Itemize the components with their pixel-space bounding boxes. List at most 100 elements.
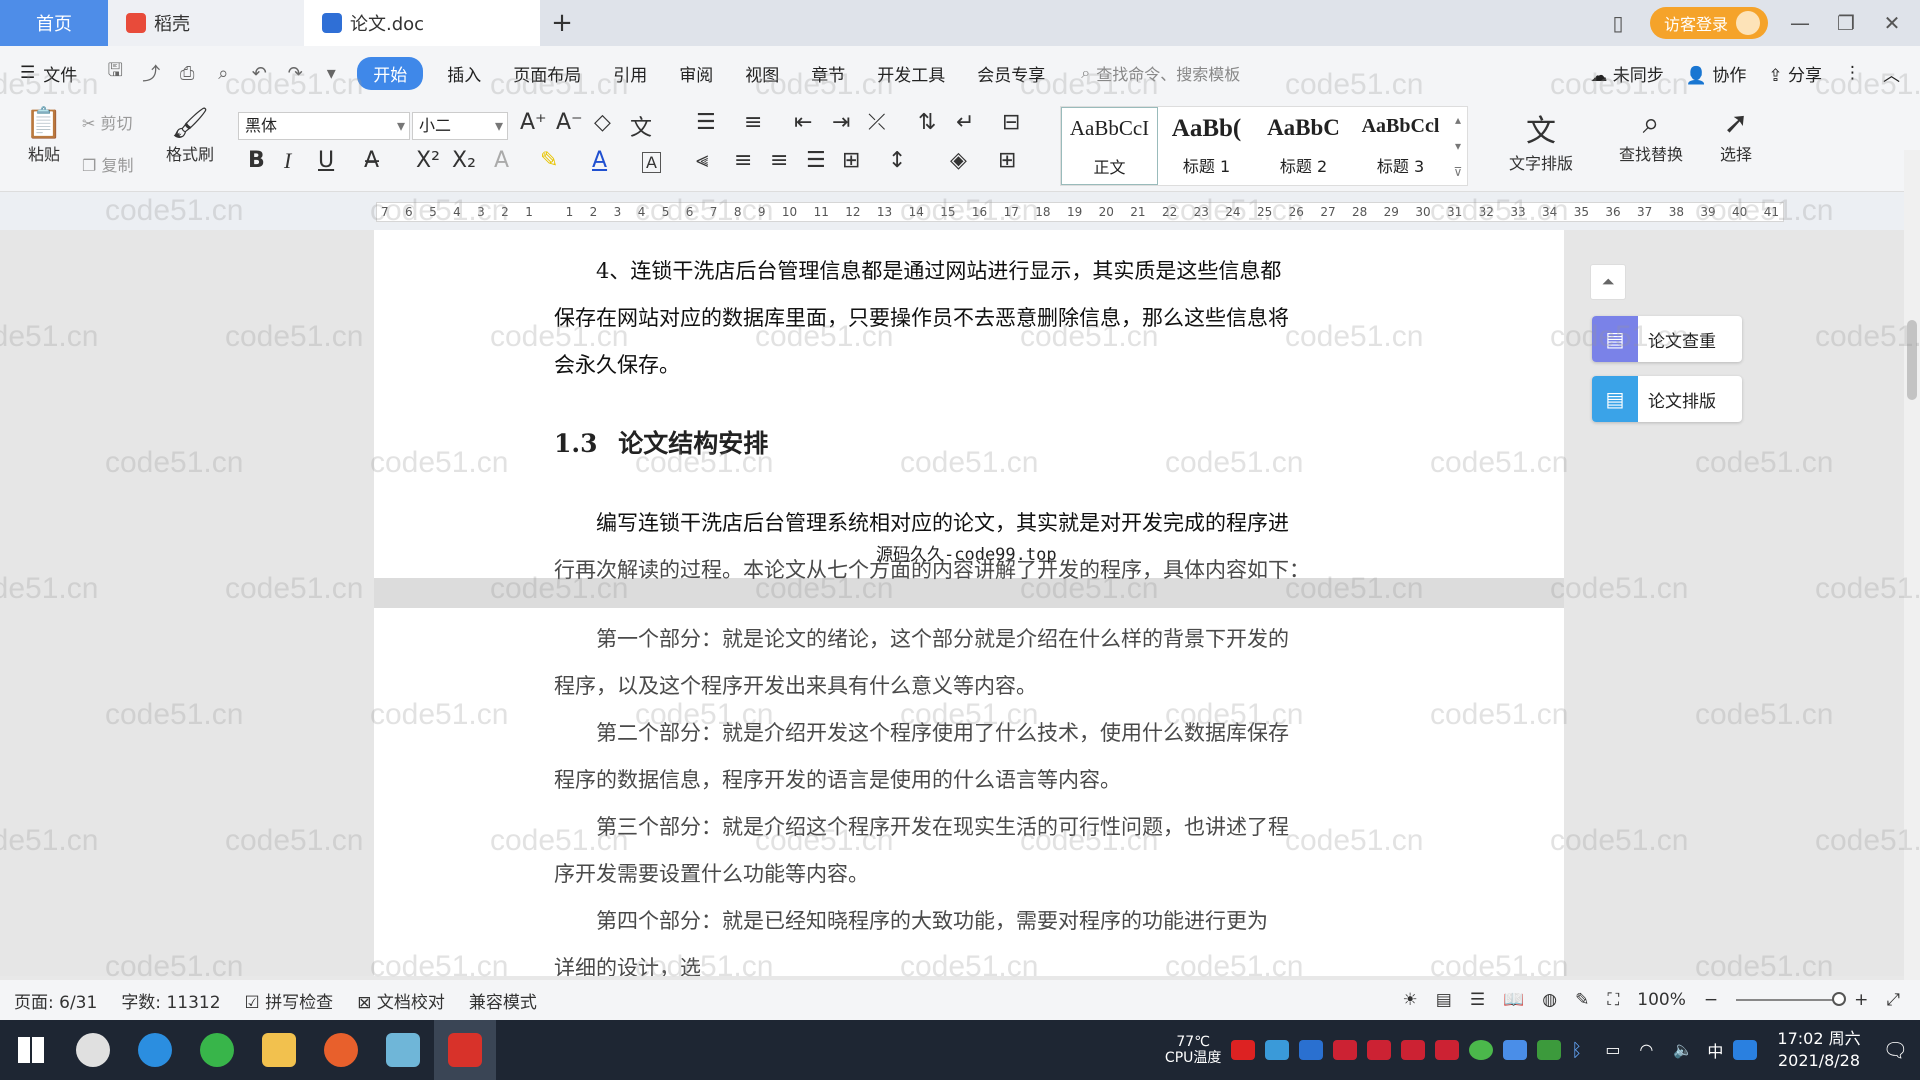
- eye-protection-icon[interactable]: ☀: [1403, 990, 1418, 1010]
- clear-format-icon[interactable]: ◇: [594, 110, 611, 135]
- shield-icon[interactable]: [1299, 1040, 1324, 1060]
- wifi-icon[interactable]: ◠: [1639, 1040, 1663, 1060]
- file-menu[interactable]: ☰ 文件: [20, 61, 77, 86]
- command-search[interactable]: ⌕ 查找命令、搜索模板: [1081, 61, 1240, 85]
- page-indicator[interactable]: 页面: 6/31: [14, 988, 97, 1013]
- shrink-font-icon[interactable]: A⁻: [556, 110, 583, 135]
- panel-collapse-button[interactable]: ⏶: [1590, 264, 1626, 300]
- style-normal[interactable]: AaBbCcI 正文: [1061, 107, 1158, 185]
- highlight-icon[interactable]: ✎: [540, 148, 558, 173]
- menu-references[interactable]: 引用: [597, 57, 663, 90]
- menu-member[interactable]: 会员专享: [961, 57, 1061, 90]
- more-icon[interactable]: ⋮: [1844, 63, 1861, 83]
- print-preview-icon[interactable]: ⌕: [205, 63, 241, 84]
- zoom-slider[interactable]: [1736, 992, 1847, 1006]
- save-icon[interactable]: 🖫: [97, 58, 133, 88]
- zoom-level[interactable]: 100%: [1637, 990, 1686, 1010]
- zoom-out-icon[interactable]: −: [1704, 990, 1718, 1010]
- start-button[interactable]: [0, 1020, 62, 1080]
- tab-home[interactable]: 首页: [0, 0, 108, 46]
- text-layout-button[interactable]: 文 文字排版: [1496, 106, 1586, 174]
- search-app-icon[interactable]: [1733, 1040, 1758, 1060]
- subscript-icon[interactable]: X₂: [452, 148, 476, 173]
- layout-icon[interactable]: ▯: [1604, 11, 1632, 35]
- spell-check-button[interactable]: ☑ 拼写检查: [245, 988, 334, 1013]
- tray-app-icon[interactable]: [1367, 1040, 1392, 1060]
- select-button[interactable]: ➚ 选择: [1706, 106, 1766, 165]
- font-size-select[interactable]: 小二 ▾: [412, 112, 508, 140]
- menu-chapter[interactable]: 章节: [795, 57, 861, 90]
- tray-app-icon[interactable]: [1435, 1040, 1460, 1060]
- tray-app-icon[interactable]: [1469, 1040, 1494, 1060]
- taskbar-app-browser[interactable]: [186, 1020, 248, 1080]
- style-gallery-scroll[interactable]: ▴ ▾ ⊽: [1449, 107, 1467, 185]
- scrollbar-thumb[interactable]: [1907, 320, 1917, 400]
- bluetooth-icon[interactable]: ᛒ: [1571, 1040, 1595, 1061]
- format-painter-button[interactable]: 🖌 格式刷: [160, 106, 220, 165]
- taskbar-app-pinwheel[interactable]: [62, 1020, 124, 1080]
- section-heading[interactable]: 1.3 论文结构安排: [554, 424, 768, 460]
- taskbar-app-explorer[interactable]: [248, 1020, 310, 1080]
- fullscreen-icon[interactable]: ⤢: [1886, 990, 1900, 1010]
- bold-icon[interactable]: B: [248, 148, 265, 173]
- menu-view[interactable]: 视图: [729, 57, 795, 90]
- font-color-icon[interactable]: A: [592, 148, 607, 173]
- justify-icon[interactable]: ☰: [806, 148, 826, 173]
- tray-app-icon[interactable]: [1401, 1040, 1426, 1060]
- new-tab-button[interactable]: +: [540, 0, 584, 46]
- vertical-scrollbar[interactable]: [1904, 150, 1920, 980]
- shading-icon[interactable]: ◈: [950, 148, 967, 173]
- word-count[interactable]: 字数: 11312: [121, 988, 220, 1013]
- strikethrough-icon[interactable]: A̶: [364, 148, 379, 173]
- decrease-indent-icon[interactable]: ⇤: [794, 110, 812, 135]
- fit-page-icon[interactable]: ⛶: [1607, 990, 1619, 1010]
- tray-app-icon[interactable]: [1503, 1040, 1528, 1060]
- collapse-ribbon-icon[interactable]: ︿: [1883, 61, 1900, 86]
- web-view-icon[interactable]: ◍: [1542, 990, 1557, 1010]
- restore-icon[interactable]: ❐: [1832, 11, 1860, 35]
- align-left-icon[interactable]: ⫷: [696, 148, 708, 173]
- style-heading-3[interactable]: AaBbCcl 标题 3: [1352, 107, 1449, 185]
- find-replace-button[interactable]: ⌕ 查找替换: [1606, 106, 1696, 165]
- redo-icon[interactable]: ↷: [277, 63, 313, 84]
- paragraph-mark-icon[interactable]: ↵: [956, 110, 974, 135]
- zoom-slider-knob[interactable]: [1832, 992, 1847, 1006]
- nvidia-icon[interactable]: [1537, 1040, 1562, 1060]
- italic-icon[interactable]: I: [284, 148, 291, 174]
- tab-daoke[interactable]: 稻壳: [108, 0, 304, 46]
- proofread-button[interactable]: ⊠ 文档校对: [357, 988, 445, 1013]
- style-heading-2[interactable]: AaBbC 标题 2: [1255, 107, 1352, 185]
- grow-font-icon[interactable]: A⁺: [520, 110, 547, 135]
- reading-view-icon[interactable]: 📖: [1503, 990, 1524, 1010]
- taskbar-app-wps[interactable]: [434, 1020, 496, 1080]
- zoom-in-icon[interactable]: +: [1854, 990, 1868, 1010]
- share-button[interactable]: ⇪ 分享: [1768, 61, 1822, 86]
- guest-login-button[interactable]: 访客登录: [1649, 7, 1768, 39]
- tab-document[interactable]: 论文.doc: [304, 0, 540, 46]
- taskbar-app-notes[interactable]: [372, 1020, 434, 1080]
- char-border-icon[interactable]: A: [642, 152, 661, 173]
- numbered-list-icon[interactable]: ≡: [744, 110, 762, 135]
- tray-app-icon[interactable]: [1231, 1040, 1256, 1060]
- cpu-temp-widget[interactable]: 77℃ CPU温度: [1165, 1034, 1221, 1066]
- phonetic-icon[interactable]: 文: [630, 110, 652, 142]
- menu-page-layout[interactable]: 页面布局: [497, 57, 597, 90]
- paper-layout-button[interactable]: ▤ 论文排版: [1592, 376, 1742, 422]
- tray-app-icon[interactable]: [1265, 1040, 1290, 1060]
- print-icon[interactable]: ⎙: [169, 63, 205, 84]
- notification-icon[interactable]: 🗨: [1883, 1038, 1908, 1062]
- underline-icon[interactable]: U: [318, 148, 334, 173]
- paste-button[interactable]: 📋 粘贴: [14, 106, 74, 165]
- superscript-icon[interactable]: X²: [416, 148, 440, 173]
- line-spacing-icon[interactable]: ↕: [888, 148, 906, 173]
- close-icon[interactable]: ✕: [1878, 11, 1906, 35]
- bullet-list-icon[interactable]: ☰: [696, 110, 716, 135]
- horizontal-ruler[interactable]: 7 6 5 4 3 2 1 1 2 3 4 5 6 7 8 9 10 11 12 13 14 15 16 17 18 19 20 21…: [0, 192, 1920, 230]
- collab-button[interactable]: 👤 协作: [1686, 61, 1747, 86]
- menu-developer[interactable]: 开发工具: [861, 57, 961, 90]
- outline-view-icon[interactable]: ☰: [1470, 990, 1485, 1010]
- battery-icon[interactable]: ▭: [1605, 1040, 1629, 1060]
- export-icon[interactable]: ⤴: [133, 60, 169, 86]
- cut-button[interactable]: ✂ 剪切: [82, 110, 133, 134]
- sync-button[interactable]: ☁ 未同步: [1590, 61, 1663, 86]
